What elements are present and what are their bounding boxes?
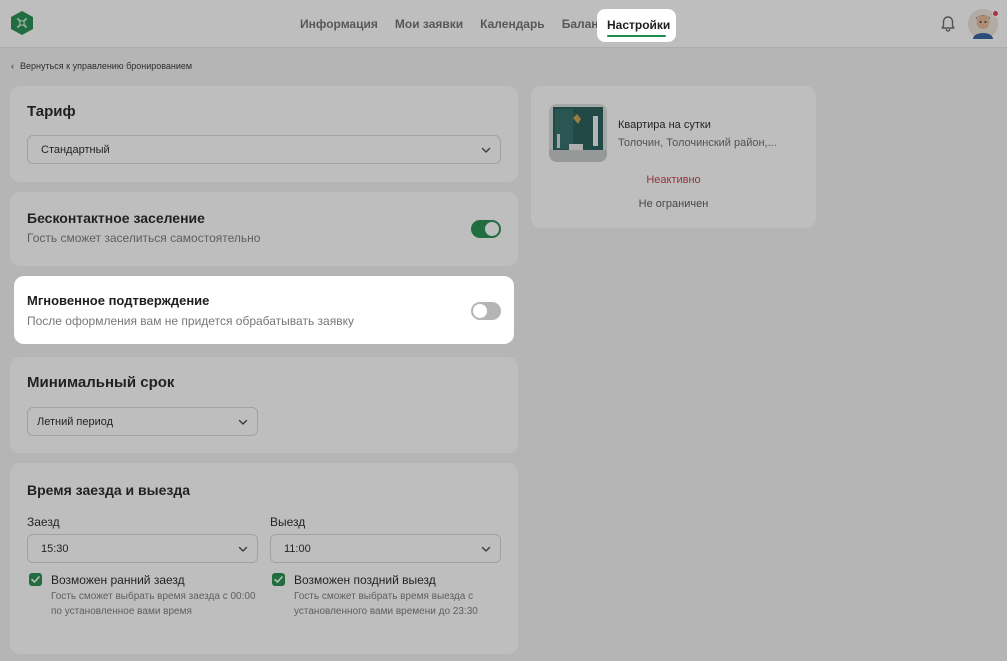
logo-icon[interactable] bbox=[9, 10, 35, 36]
late-checkout-checkbox[interactable] bbox=[272, 573, 285, 586]
chevron-down-icon bbox=[481, 546, 491, 552]
tariff-select[interactable]: Стандартный bbox=[27, 135, 501, 164]
chevron-down-icon bbox=[238, 546, 248, 552]
early-checkin-checkbox[interactable] bbox=[29, 573, 42, 586]
contactless-title: Бесконтактное заселение bbox=[27, 210, 205, 226]
late-checkout-label: Возможен поздний выезд bbox=[294, 573, 436, 587]
tariff-title: Тариф bbox=[27, 103, 76, 120]
times-title: Время заезда и выезда bbox=[27, 482, 191, 498]
main-nav: Информация Мои заявки Календарь Баланс bbox=[300, 0, 622, 48]
min-term-select-value: Летний период bbox=[37, 416, 114, 428]
tariff-select-value: Стандартный bbox=[41, 144, 110, 156]
notification-dot bbox=[992, 10, 999, 17]
nav-item-settings-label: Настройки bbox=[607, 18, 671, 32]
user-avatar[interactable] bbox=[968, 9, 999, 39]
instant-confirm-toggle[interactable] bbox=[471, 302, 501, 320]
checkin-label: Заезд bbox=[27, 515, 60, 529]
toggle-knob bbox=[485, 222, 499, 236]
chevron-down-icon bbox=[238, 419, 248, 425]
chevron-down-icon bbox=[481, 147, 491, 153]
checkin-select-value: 15:30 bbox=[41, 543, 69, 555]
checkout-select[interactable]: 11:00 bbox=[270, 534, 501, 563]
listing-card[interactable]: Квартира на сутки Толочин, Толочинский р… bbox=[531, 86, 816, 228]
times-card: Время заезда и выезда Заезд 15:30 Выезд … bbox=[10, 463, 518, 654]
top-bar: Информация Мои заявки Календарь Баланс bbox=[0, 0, 1007, 48]
early-checkin-desc: Гость сможет выбрать время заезда с 00:0… bbox=[51, 591, 256, 617]
check-icon bbox=[31, 576, 40, 583]
nav-item-info[interactable]: Информация bbox=[300, 17, 378, 31]
listing-limit: Не ограничен bbox=[638, 198, 709, 210]
nav-item-calendar[interactable]: Календарь bbox=[480, 17, 545, 31]
instant-confirm-title: Мгновенное подтверждение bbox=[27, 293, 210, 308]
checkout-label: Выезд bbox=[270, 515, 306, 529]
toggle-knob bbox=[473, 304, 487, 318]
listing-address: Толочин, Толочинский район,... bbox=[618, 137, 777, 149]
apartment-photo-icon bbox=[549, 104, 607, 162]
late-checkout-desc: Гость сможет выбрать время выезда с уста… bbox=[294, 591, 478, 617]
listing-title: Квартира на сутки bbox=[618, 119, 711, 131]
contactless-toggle[interactable] bbox=[471, 220, 501, 238]
nav-item-settings[interactable]: Настройки bbox=[597, 9, 676, 42]
instant-confirm-subtitle: После оформления вам не придется обрабат… bbox=[27, 314, 354, 328]
active-underline bbox=[607, 35, 666, 37]
chevron-left-icon: ‹ bbox=[11, 61, 14, 71]
listing-status: Неактивно bbox=[646, 174, 701, 186]
min-term-title: Минимальный срок bbox=[27, 374, 175, 391]
checkout-select-value: 11:00 bbox=[284, 543, 311, 555]
nav-item-my-requests[interactable]: Мои заявки bbox=[395, 17, 463, 31]
early-checkin-label: Возможен ранний заезд bbox=[51, 573, 185, 587]
tariff-card: Тариф Стандартный bbox=[10, 86, 518, 182]
min-term-card: Минимальный срок Летний период bbox=[10, 357, 518, 453]
back-link[interactable]: ‹ Вернуться к управлению бронированием bbox=[11, 61, 192, 71]
contactless-subtitle: Гость сможет заселиться самостоятельно bbox=[27, 231, 261, 245]
contactless-card: Бесконтактное заселение Гость сможет зас… bbox=[10, 192, 518, 266]
check-icon bbox=[274, 576, 283, 583]
listing-photo bbox=[549, 104, 607, 162]
checkin-select[interactable]: 15:30 bbox=[27, 534, 258, 563]
back-link-label: Вернуться к управлению бронированием bbox=[20, 61, 193, 71]
instant-confirm-card: Мгновенное подтверждение После оформлени… bbox=[14, 276, 514, 344]
bell-icon[interactable] bbox=[938, 14, 958, 34]
min-term-select[interactable]: Летний период bbox=[27, 407, 258, 436]
